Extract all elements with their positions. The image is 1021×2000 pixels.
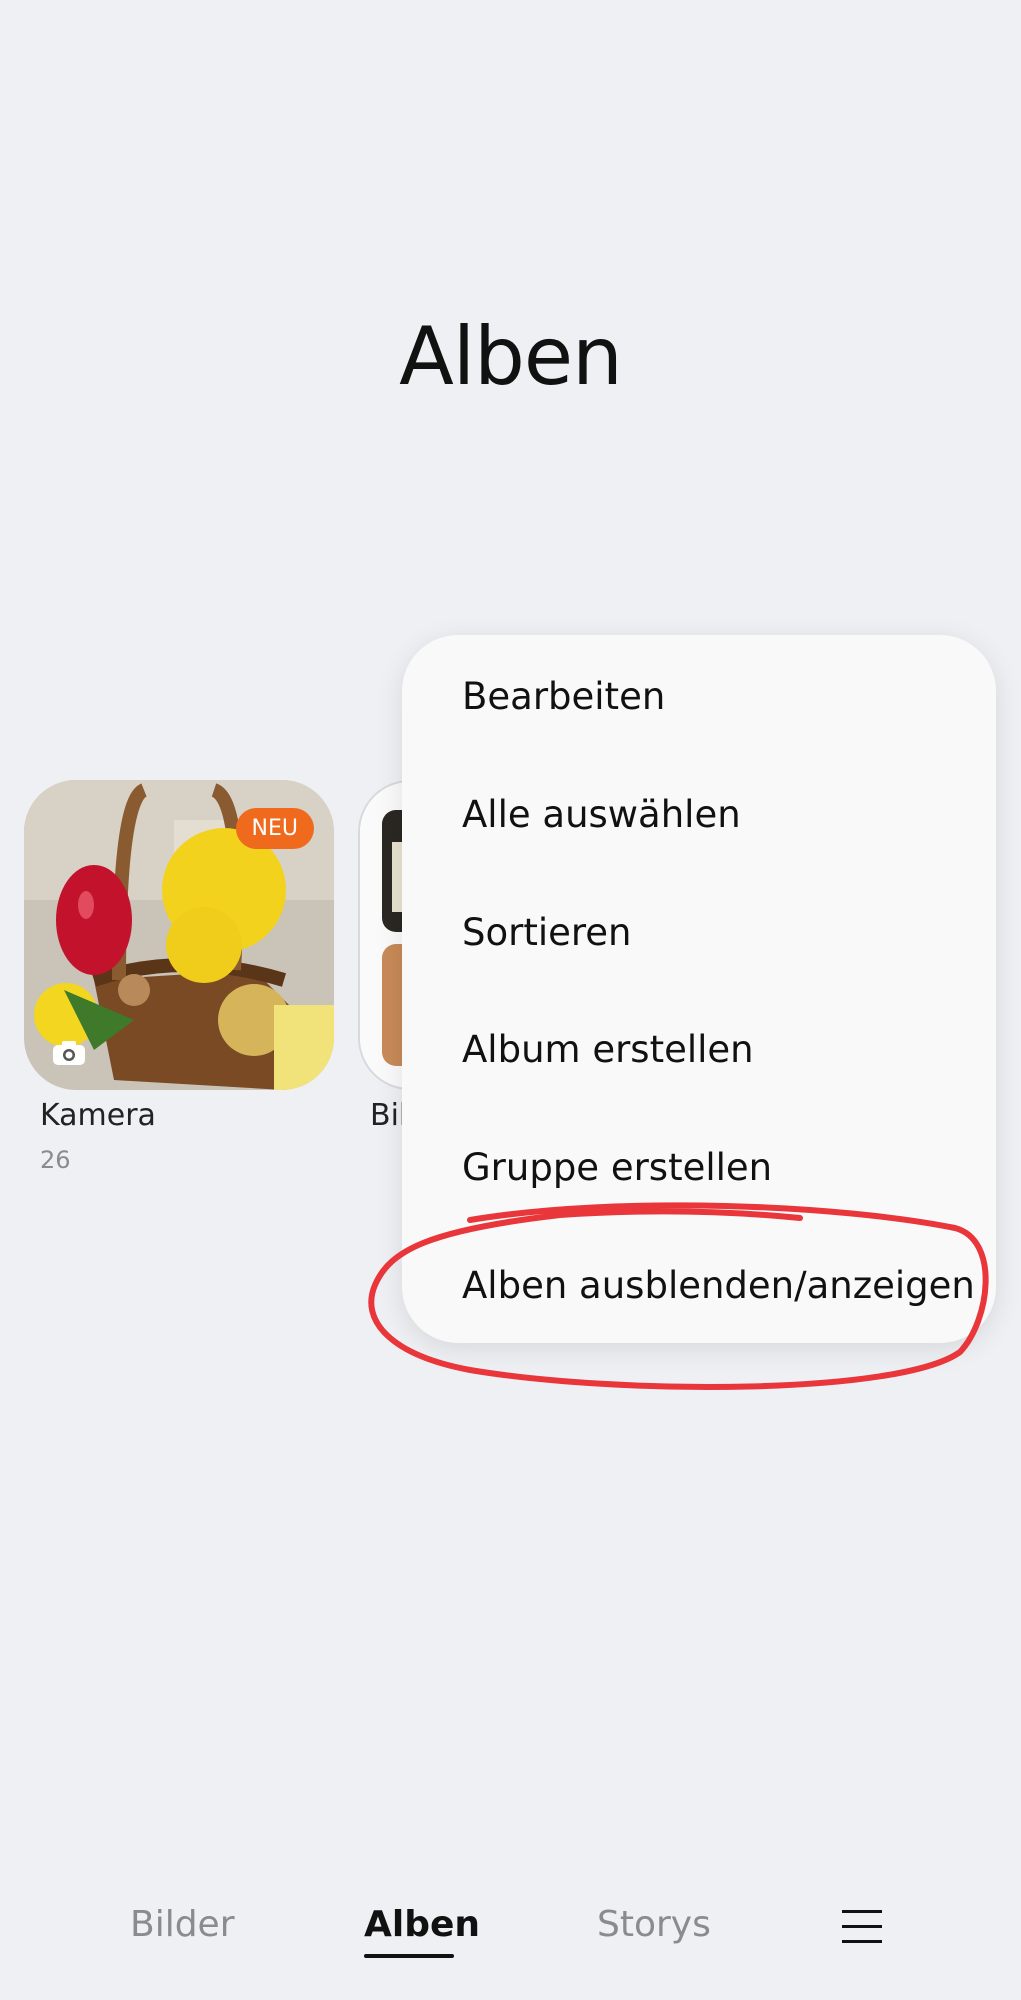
hamburger-menu-icon[interactable] — [842, 1908, 882, 1944]
album-count-kamera: 26 — [40, 1146, 71, 1174]
menu-item-bearbeiten[interactable]: Bearbeiten — [462, 675, 665, 718]
camera-icon — [53, 1041, 85, 1065]
tab-storys[interactable]: Storys — [597, 1904, 711, 1945]
tab-bilder[interactable]: Bilder — [130, 1904, 235, 1945]
new-badge: NEU — [235, 808, 314, 849]
menu-item-alle-auswaehlen[interactable]: Alle auswählen — [462, 793, 741, 836]
screen: Alben NEU Kamera 26 Bil Bearbeiten Alle … — [0, 0, 1021, 2000]
menu-item-sortieren[interactable]: Sortieren — [462, 911, 632, 954]
album-thumbnail-kamera[interactable]: NEU — [24, 780, 334, 1090]
menu-item-alben-ausblenden-anzeigen[interactable]: Alben ausblenden/anzeigen — [462, 1264, 975, 1307]
tab-alben[interactable]: Alben — [364, 1904, 480, 1945]
menu-item-album-erstellen[interactable]: Album erstellen — [462, 1028, 754, 1071]
page-title: Alben — [399, 310, 623, 403]
album-name-kamera: Kamera — [40, 1098, 156, 1133]
active-tab-indicator — [364, 1954, 454, 1958]
menu-item-gruppe-erstellen[interactable]: Gruppe erstellen — [462, 1146, 772, 1189]
options-menu: Bearbeiten Alle auswählen Sortieren Albu… — [402, 635, 996, 1343]
